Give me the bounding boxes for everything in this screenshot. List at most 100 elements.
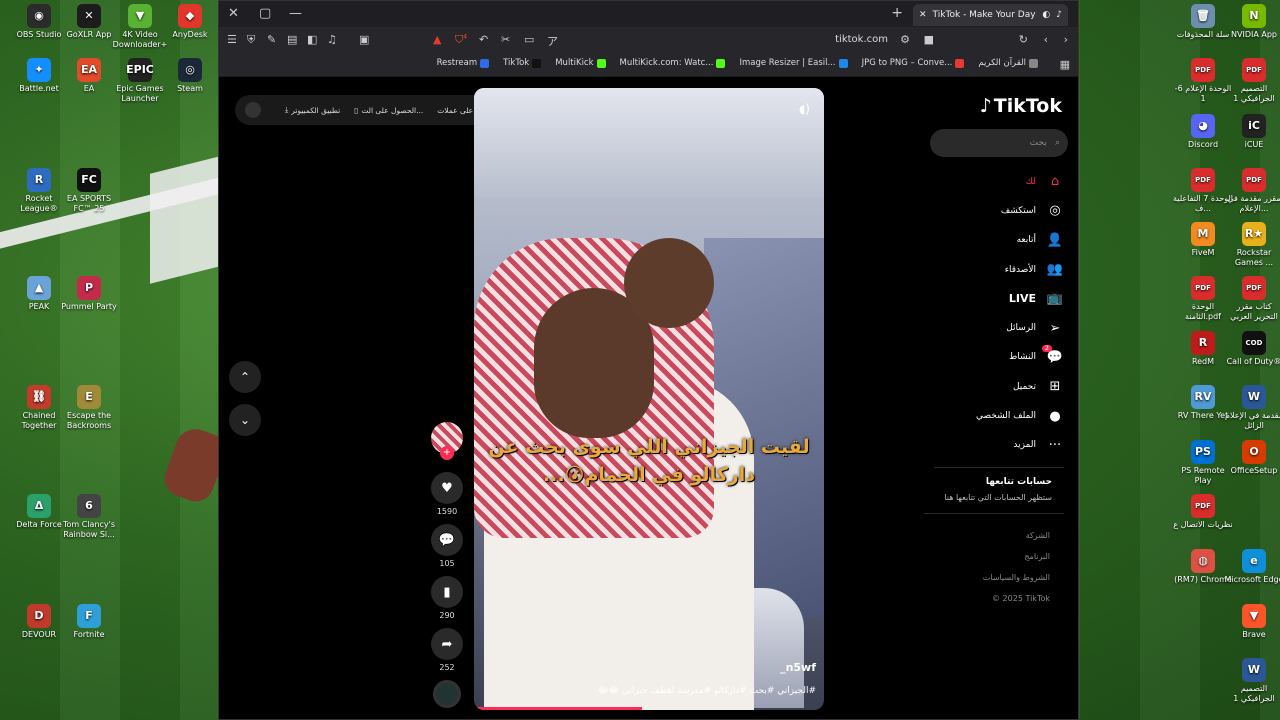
- get-app-link[interactable]: ▯ الحصول على الت...: [354, 106, 423, 115]
- app-icon: ▲: [27, 276, 51, 300]
- next-video-button[interactable]: ⌄: [229, 404, 261, 436]
- app-icon: N: [1242, 4, 1266, 28]
- brave-shields-icon[interactable]: ⛉4: [455, 33, 467, 47]
- paper-plane-icon: ➢: [1049, 320, 1061, 336]
- coin-icon[interactable]: [245, 102, 261, 118]
- bookmark-label: MultiKick.com: Watc...: [619, 58, 714, 68]
- music-icon[interactable]: ♫: [327, 33, 337, 46]
- translate-icon[interactable]: ア: [547, 33, 558, 49]
- nav-item[interactable]: تحميل ⊞: [924, 372, 1064, 401]
- back-icon[interactable]: ‹: [1044, 33, 1048, 46]
- nav-item[interactable]: المزيد ···: [924, 431, 1064, 460]
- app-icon: FC: [77, 168, 101, 192]
- video-username[interactable]: _n5wf: [780, 661, 816, 674]
- previous-video-button[interactable]: ⌃: [229, 361, 261, 393]
- desktop-icon[interactable]: ▼ Brave: [1224, 604, 1280, 640]
- cast-icon[interactable]: ▭: [524, 33, 534, 46]
- desktop-icon[interactable]: O OfficeSetup: [1224, 440, 1280, 476]
- tab-tiktok[interactable]: ✕ TikTok - Make Your Day ◐ ♪: [913, 4, 1068, 26]
- desktop-icon[interactable]: PDF مقرر مقدمة في الإعلام...: [1224, 168, 1280, 214]
- site-settings-icon[interactable]: ⚙: [900, 33, 910, 46]
- desktop-icon[interactable]: iC iCUE: [1224, 114, 1280, 150]
- bookmark-item[interactable]: القرآن الكريم: [978, 58, 1038, 68]
- desktop-icon[interactable]: N NVIDIA App: [1224, 4, 1280, 40]
- desktop-icon[interactable]: 6 Tom Clancy's Rainbow Si...: [59, 494, 119, 540]
- menu-icon[interactable]: ☰: [227, 33, 237, 46]
- app-icon: e: [1242, 549, 1266, 573]
- desktop-icon[interactable]: R★ Rockstar Games ...: [1224, 222, 1280, 268]
- video-player[interactable]: ◖) لقيت الجيزاني اللي سوى بحث عن داركالو…: [474, 88, 824, 710]
- nav-item[interactable]: الأصدقاء 👥: [924, 255, 1064, 284]
- bookmark-item[interactable]: MultiKick: [555, 58, 606, 68]
- desktop-icon[interactable]: E Escape the Backrooms: [59, 385, 119, 431]
- nav-item[interactable]: أتابعه 👤: [924, 226, 1064, 255]
- bookmark-icon[interactable]: ■: [924, 33, 934, 46]
- pin-icon[interactable]: ✎: [267, 33, 276, 46]
- brave-rewards-icon[interactable]: ▲: [433, 33, 441, 46]
- nav-item[interactable]: استكشف ◎: [924, 196, 1064, 225]
- wallet-icon[interactable]: ▤: [287, 33, 297, 46]
- desktop-icon[interactable]: e Microsoft Edge: [1224, 549, 1280, 585]
- new-tab-button[interactable]: +: [891, 5, 903, 21]
- desktop-icon[interactable]: P Pummel Party: [59, 276, 119, 312]
- search-icon[interactable]: ⌕: [1055, 138, 1060, 148]
- nav-item[interactable]: النشاط 💬 2: [924, 343, 1064, 372]
- video-description[interactable]: #الجيزاني #بحث #داركالو #مدرسة اهطف جيزا…: [598, 686, 816, 696]
- home-icon: ⌂: [1050, 174, 1060, 190]
- search-input[interactable]: بحث ⌕: [930, 129, 1068, 157]
- desktop-icon[interactable]: F Fortnite: [59, 604, 119, 640]
- comment-button[interactable]: 💬: [431, 524, 463, 556]
- video-actions: + ♥ 1590 💬 105 ▮ 290 ➦ 252: [430, 422, 464, 708]
- footer-link-company[interactable]: الشركة: [983, 525, 1050, 546]
- nav-item[interactable]: الرسائل ➢: [924, 313, 1064, 342]
- close-window-icon[interactable]: ✕: [228, 6, 239, 21]
- maximize-window-icon[interactable]: ▢: [259, 6, 271, 21]
- volume-icon[interactable]: ◖): [799, 102, 810, 116]
- follow-plus-icon[interactable]: +: [440, 446, 454, 460]
- desktop-icon[interactable]: PDF نظريات الاتصال ع: [1173, 494, 1233, 530]
- nav-item[interactable]: الملف الشخصي ●: [924, 401, 1064, 430]
- bookmark-item[interactable]: JPG to PNG – Conve...: [862, 58, 965, 68]
- like-button[interactable]: ♥: [431, 472, 463, 504]
- footer-link-program[interactable]: البرنامج: [983, 546, 1050, 567]
- nav-item[interactable]: لك ⌂: [924, 167, 1064, 196]
- tiktok-logo[interactable]: ♪ TikTok: [980, 95, 1062, 117]
- bookmark-item[interactable]: Image Resizer | Easil...: [739, 58, 848, 68]
- address-bar[interactable]: tiktok.com: [835, 34, 888, 45]
- bookmark-favicon-icon: [596, 58, 606, 68]
- screenshot-icon[interactable]: ▣: [359, 33, 369, 46]
- undo-icon[interactable]: ↶: [479, 33, 488, 46]
- forward-icon[interactable]: ›: [1064, 33, 1068, 46]
- desktop-icon[interactable]: PDF كتاب مقرر التحرير العربي: [1224, 276, 1280, 322]
- shield-icon[interactable]: ⛨: [247, 33, 255, 47]
- desktop-icon[interactable]: FC EA SPORTS FC™ 25: [59, 168, 119, 214]
- app-icon: PS: [1191, 440, 1215, 464]
- video-frame-hand: [624, 238, 714, 328]
- following-title: حسابات تتابعها: [985, 477, 1052, 487]
- music-disc-icon[interactable]: [433, 680, 461, 708]
- save-button[interactable]: ▮: [431, 576, 463, 608]
- desktop-icon-label: مقرر مقدمة في الإعلام...: [1227, 194, 1280, 213]
- share-button[interactable]: ➦: [431, 628, 463, 660]
- tab-audio-icon[interactable]: ◐: [1042, 10, 1050, 20]
- desktop-app-link[interactable]: ⤓ تطبيق الكمبيوتر: [285, 105, 340, 115]
- app-icon: PDF: [1191, 276, 1215, 300]
- desktop-icon[interactable]: COD Call of Duty®: [1224, 331, 1280, 367]
- apps-grid-icon[interactable]: ▦: [1060, 58, 1070, 71]
- minimize-window-icon[interactable]: —: [289, 6, 302, 21]
- video-progress-bar[interactable]: [474, 707, 642, 710]
- desktop-icon[interactable]: W التصميم الجرافيكي 1: [1224, 658, 1280, 704]
- reload-icon[interactable]: ↻: [1019, 33, 1028, 46]
- desktop-icon[interactable]: ◆ AnyDesk: [160, 4, 220, 40]
- bookmark-item[interactable]: TikTok: [503, 58, 542, 68]
- desktop-icon[interactable]: PDF التصميم الجرافيكي 1: [1224, 58, 1280, 104]
- bookmark-item[interactable]: Restream: [437, 58, 490, 68]
- close-tab-icon[interactable]: ✕: [919, 10, 927, 20]
- tool-icon[interactable]: ✂: [501, 33, 510, 46]
- nav-item[interactable]: LIVE 📺: [924, 284, 1064, 313]
- sidebar-icon[interactable]: ◧: [307, 33, 317, 46]
- bookmark-item[interactable]: MultiKick.com: Watc...: [620, 58, 726, 68]
- desktop-icon[interactable]: ◎ Steam: [160, 58, 220, 94]
- footer-link-terms[interactable]: الشروط والسياسات: [983, 567, 1050, 588]
- desktop-icon[interactable]: W مقدمة في الإعلام الزائل: [1224, 385, 1280, 431]
